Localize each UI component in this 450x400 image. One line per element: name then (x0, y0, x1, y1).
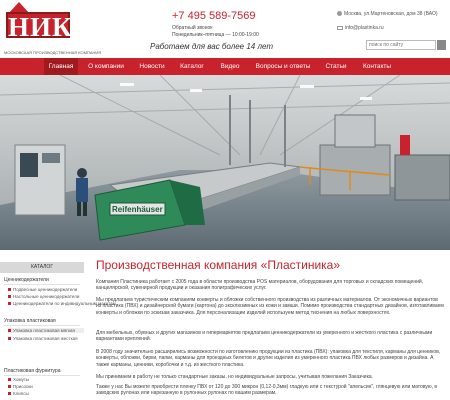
bullet-icon (8, 378, 11, 382)
nav-item-news[interactable]: Новости (136, 58, 168, 75)
email[interactable]: info@plastinka.ru (337, 25, 384, 31)
sidebar-item-label: Присоски (13, 384, 33, 389)
envelope-icon (337, 25, 343, 30)
sidebar-item-rigid-packaging[interactable]: Упаковка пластиковая жесткая (8, 336, 78, 341)
bullet-icon (8, 392, 11, 396)
sidebar-item-hanging-holders[interactable]: Подвесные ценникодержатели (8, 287, 77, 292)
sidebar-item-label: Настольные ценникодержатели (13, 294, 80, 299)
company-logo[interactable]: НИКА (6, 2, 94, 50)
page-title: Производственная компания «Пластиника» (96, 258, 341, 272)
paragraph-price-holders: Для мебельных, обувных и других магазино… (96, 330, 433, 343)
callback-link[interactable]: Обратный звонок (172, 25, 212, 31)
sidebar-item-label: Хомуты (13, 377, 30, 382)
logo-subtitle: МОСКОВСКАЯ ПРОИЗВОДСТВЕННАЯ КОМПАНИЯ (4, 50, 102, 55)
site-header: НИКА МОСКОВСКАЯ ПРОИЗВОДСТВЕННАЯ КОМПАНИ… (0, 0, 450, 58)
sidebar-category-price-holders[interactable]: Ценникодержатели (4, 277, 49, 283)
slogan: Работаем для вас более 14 лет (150, 42, 273, 51)
sidebar-item-soft-packaging[interactable]: Упаковка пластиковая мягкая (8, 328, 84, 333)
location-pin-icon (337, 11, 342, 17)
search-button[interactable] (437, 40, 446, 50)
nav-item-about[interactable]: О компании (84, 58, 128, 75)
working-hours: Понедельник–пятница — 10:00-19:00 (172, 32, 259, 38)
factory-illustration: Reifenhäuser (0, 75, 450, 250)
nav-item-contacts[interactable]: Контакты (358, 58, 396, 75)
catalog-heading: КАТАЛОГ (0, 262, 84, 273)
sidebar-item-suction-cups[interactable]: Присоски (8, 384, 33, 389)
main-nav: Главная О компании Новости Каталог Видео… (0, 58, 450, 75)
search-input[interactable] (366, 40, 436, 50)
nav-item-catalog[interactable]: Каталог (176, 58, 208, 75)
address-text: Москва, ул.Мартеновская, дом 38 (ВАО) (344, 11, 438, 17)
bullet-icon (8, 329, 11, 333)
sidebar-item-clips[interactable]: Клипсы (8, 391, 29, 396)
sidebar-category-fittings[interactable]: Пластиковая фурнитура (4, 368, 61, 374)
paragraph-custom-orders: Мы принимаем в работу не только стандарт… (96, 374, 374, 380)
divider (4, 284, 80, 285)
bullet-icon (8, 288, 11, 292)
sidebar-item-label: Упаковка пластиковая мягкая (13, 328, 75, 333)
sidebar-item-label: Клипсы (13, 391, 29, 396)
nav-item-articles[interactable]: Статьи (322, 58, 350, 75)
hero-factory-photo: Reifenhäuser (0, 75, 450, 250)
address: Москва, ул.Мартеновская, дом 38 (ВАО) (337, 11, 438, 17)
logo-text: НИКА (6, 12, 94, 42)
bullet-icon (8, 337, 11, 341)
sidebar-item-table-holders[interactable]: Настольные ценникодержатели (8, 294, 79, 299)
bullet-icon (8, 302, 11, 306)
machine-label: Reifenhäuser (112, 205, 163, 214)
bullet-icon (8, 295, 11, 299)
email-text[interactable]: info@plastinka.ru (345, 25, 384, 31)
phone-number[interactable]: +7 495 589-7569 (172, 10, 256, 22)
paragraph-2008: В 2008 году значительно расширились возм… (96, 349, 441, 368)
paragraph-pvc-film: Также у нас Вы можете приобрести пленку … (96, 384, 438, 397)
nav-item-faq[interactable]: Вопросы и ответы (252, 58, 314, 75)
sidebar-category-packaging[interactable]: Упаковка пластиковая (4, 318, 56, 324)
nav-item-video[interactable]: Видео (218, 58, 242, 75)
sidebar-item-clamps[interactable]: Хомуты (8, 377, 29, 382)
sidebar-item-label: Упаковка пластиковая жесткая (13, 336, 78, 341)
divider (4, 375, 80, 376)
divider (4, 325, 80, 326)
intro-paragraph: Компания Пластиника работает с 2005 года… (96, 279, 424, 292)
paragraph-envelopes: Мы предлагаем туристическим компаниям ко… (96, 297, 444, 316)
bullet-icon (8, 385, 11, 389)
sidebar-item-label: Подвесные ценникодержатели (13, 287, 78, 292)
nav-item-home[interactable]: Главная (44, 58, 78, 75)
